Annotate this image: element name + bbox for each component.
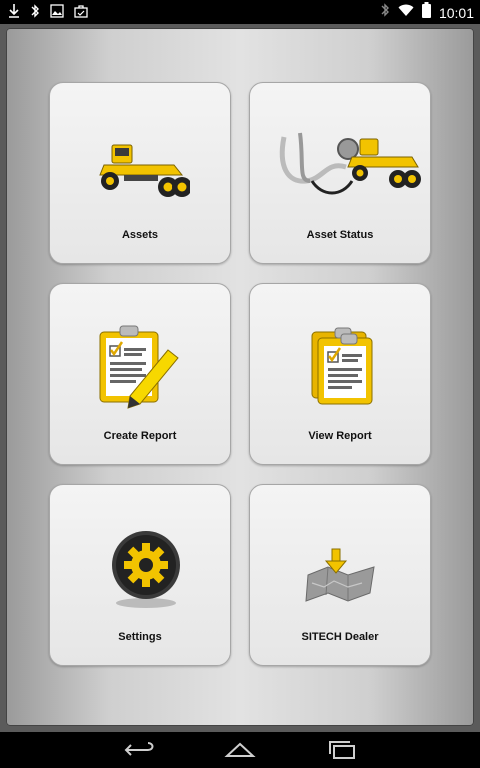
status-time: 10:01: [438, 4, 474, 21]
gear-icon: [112, 531, 180, 608]
back-icon: [124, 742, 154, 756]
clipboard-stack-icon: [311, 327, 373, 405]
home-icon: [224, 742, 256, 757]
settings-label: Settings: [118, 631, 162, 643]
status-bar: 10:01: [0, 0, 480, 24]
navigation-bar: [0, 732, 480, 768]
stethoscope-grader-icon: [279, 132, 421, 195]
briefcase-icon: [74, 4, 88, 23]
wifi-icon: [398, 3, 414, 22]
battery-icon: [421, 2, 431, 23]
recents-icon: [329, 741, 355, 759]
bluetooth-icon: [380, 2, 390, 23]
menu-panel: Assets Asset Status Create Report View R…: [6, 28, 474, 726]
recents-button[interactable]: [322, 738, 362, 762]
view-report-tile[interactable]: View Report: [249, 283, 431, 465]
sitech-dealer-tile[interactable]: SITECH Dealer: [249, 484, 431, 666]
asset-status-label: Asset Status: [306, 229, 374, 241]
image-icon: [50, 4, 64, 23]
assets-label: Assets: [121, 229, 159, 241]
create-report-tile[interactable]: Create Report: [49, 283, 231, 465]
app-frame: Assets Asset Status Create Report View R…: [0, 24, 480, 732]
view-report-label: View Report: [308, 430, 372, 442]
sitech-dealer-label: SITECH Dealer: [301, 631, 379, 643]
clipboard-pencil-icon: [99, 325, 179, 409]
assets-tile[interactable]: Assets: [49, 82, 231, 264]
settings-tile[interactable]: Settings: [49, 484, 231, 666]
home-button[interactable]: [220, 738, 260, 762]
asset-status-tile[interactable]: Asset Status: [249, 82, 431, 264]
back-button[interactable]: [118, 738, 158, 762]
bluetooth-icon: [30, 3, 40, 24]
download-icon: [8, 3, 20, 24]
motor-grader-icon: [99, 144, 190, 197]
map-pin-icon: [305, 548, 375, 602]
create-report-label: Create Report: [103, 430, 177, 442]
